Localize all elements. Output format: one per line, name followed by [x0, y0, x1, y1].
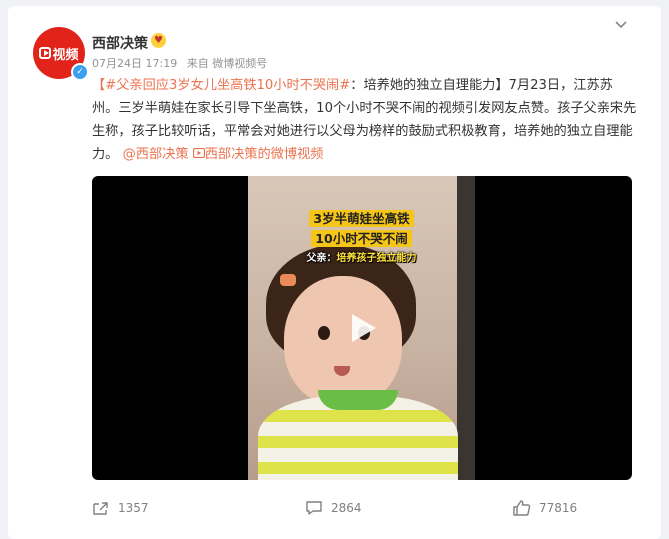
video-caption-2: 10小时不哭不闹: [248, 228, 475, 247]
video-player[interactable]: 3岁半萌娃坐高铁 10小时不哭不闹 父亲：培养孩子独立能力: [92, 176, 632, 480]
post-meta: 07月24日 17:19 来自 微博视频号: [92, 55, 273, 71]
action-bar: 1357 2864 77816: [8, 494, 661, 524]
mention-link[interactable]: @西部决策: [123, 147, 189, 162]
post-text: 【#父亲回应3岁女儿坐高铁10小时不哭闹#：培养她的独立自理能力】7月23日，江…: [92, 74, 637, 166]
hashtag-link[interactable]: 【#父亲回应3岁女儿坐高铁10小时不哭闹#: [92, 78, 350, 93]
thumbs-up-icon: [513, 500, 531, 516]
video-caption-3: 父亲：培养孩子独立能力: [306, 253, 417, 264]
weibo-post-card: 视频 ✓ 西部决策 ♥ 07月24日 17:19 来自 微博视频号 【#父亲回应…: [8, 6, 661, 539]
repost-button[interactable]: 1357: [92, 500, 149, 516]
video-link-icon: [192, 147, 205, 159]
like-button[interactable]: 77816: [513, 500, 577, 516]
avatar-text: 视频: [52, 47, 79, 63]
play-button-icon[interactable]: [344, 310, 380, 346]
verified-badge-icon: ✓: [71, 63, 89, 81]
author-emoji-icon: ♥: [151, 33, 166, 48]
video-link[interactable]: 西部决策的微博视频: [192, 147, 323, 162]
video-logo: 视频: [39, 44, 79, 63]
repost-icon: [93, 502, 108, 515]
comment-button[interactable]: 2864: [305, 500, 362, 516]
post-source: 来自 微博视频号: [186, 57, 268, 70]
play-icon: [39, 47, 52, 59]
comment-icon: [306, 501, 322, 515]
username[interactable]: 西部决策: [92, 33, 148, 53]
chevron-down-icon[interactable]: [614, 18, 628, 32]
video-caption-1: 3岁半萌娃坐高铁: [248, 208, 475, 227]
post-date[interactable]: 07月24日 17:19: [92, 57, 177, 70]
